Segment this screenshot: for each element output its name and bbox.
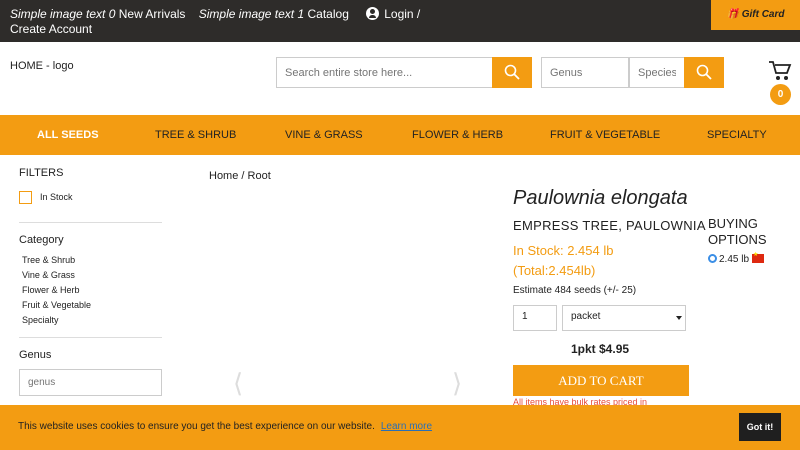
- gift-card-label: Gift Card: [741, 9, 785, 20]
- buying-options-title: BUYING OPTIONS: [708, 216, 767, 247]
- nav-specialty[interactable]: SPECIALTY: [707, 129, 767, 141]
- stock-total: (Total:2.454lb): [513, 263, 596, 278]
- in-stock-checkbox[interactable]: [19, 191, 32, 204]
- buying-option[interactable]: 2.45 lb: [708, 251, 765, 265]
- search-button[interactable]: [492, 57, 532, 88]
- catalog-link[interactable]: Catalog: [308, 7, 349, 21]
- species-search-field[interactable]: [629, 57, 684, 88]
- home-logo[interactable]: HOME - logo: [10, 60, 74, 72]
- filters-panel: FILTERS In Stock Category Tree & Shrub V…: [19, 167, 162, 396]
- divider: [19, 337, 162, 338]
- nav-tree-shrub[interactable]: TREE & SHRUB: [155, 129, 236, 141]
- seed-estimate: Estimate 484 seeds (+/- 25): [513, 285, 637, 296]
- nav-vine-grass[interactable]: VINE & GRASS: [285, 129, 363, 141]
- nav-fruit-vegetable[interactable]: FRUIT & VEGETABLE: [550, 129, 660, 141]
- nav-all-seeds[interactable]: ALL SEEDS: [37, 129, 99, 141]
- category-vine-grass[interactable]: Vine & Grass: [22, 270, 75, 280]
- search-icon: [504, 64, 520, 80]
- genus-filter-input[interactable]: [19, 369, 162, 396]
- product-title: Paulownia elongata: [513, 187, 688, 209]
- cookie-accept-button[interactable]: Got it!: [739, 413, 781, 441]
- gift-card-button[interactable]: 🎁 Gift Card: [711, 0, 800, 30]
- common-name: EMPRESS TREE, PAULOWNIA: [513, 218, 706, 233]
- top-links: Simple image text 0 New Arrivals Simple …: [10, 7, 430, 37]
- genus-title: Genus: [19, 349, 52, 361]
- cart-icon[interactable]: [768, 60, 792, 82]
- filters-title: FILTERS: [19, 167, 64, 179]
- radio-icon[interactable]: [708, 254, 717, 263]
- in-stock-label[interactable]: In Stock: [40, 192, 73, 202]
- cookie-banner: This website uses cookies to ensure you …: [0, 405, 800, 450]
- category-tree-shrub[interactable]: Tree & Shrub: [22, 255, 75, 265]
- quantity-input[interactable]: 1: [513, 305, 557, 331]
- learn-more-link[interactable]: Learn more: [381, 421, 432, 432]
- cart-count-badge: 0: [770, 84, 791, 105]
- category-nav: ALL SEEDS TREE & SHRUB VINE & GRASS FLOW…: [0, 115, 800, 155]
- breadcrumb[interactable]: Home / Root: [209, 170, 271, 182]
- category-specialty[interactable]: Specialty: [22, 315, 59, 325]
- genus-search-button[interactable]: [684, 57, 724, 88]
- price: 1pkt $4.95: [571, 342, 630, 356]
- gift-icon: 🎁: [726, 9, 739, 20]
- category-fruit-vegetable[interactable]: Fruit & Vegetable: [22, 300, 91, 310]
- stock-status: In Stock: 2.454 lb (Total:2.454lb): [513, 241, 613, 281]
- add-to-cart-button[interactable]: ADD TO CART: [513, 365, 689, 396]
- category-flower-herb[interactable]: Flower & Herb: [22, 285, 80, 295]
- unit-select[interactable]: packet: [562, 305, 686, 331]
- new-arrivals-link[interactable]: New Arrivals: [119, 7, 186, 21]
- genus-search-field[interactable]: [541, 57, 629, 88]
- search-icon: [696, 64, 712, 80]
- user-icon: [366, 7, 380, 20]
- category-title: Category: [19, 234, 64, 246]
- china-flag-icon: [752, 251, 765, 263]
- cookie-message: This website uses cookies to ensure you …: [18, 421, 375, 432]
- image-text-0: Simple image text 0: [10, 7, 116, 21]
- buying-option-label: 2.45 lb: [719, 254, 750, 265]
- nav-flower-herb[interactable]: FLOWER & HERB: [412, 129, 503, 141]
- unit-select-value: packet: [571, 311, 601, 322]
- stock-amount: In Stock: 2.454 lb: [513, 243, 614, 258]
- image-text-1: Simple image text 1: [198, 7, 305, 21]
- gallery-prev-arrow[interactable]: ⟨: [233, 368, 243, 399]
- divider: [19, 222, 162, 223]
- gallery-next-arrow[interactable]: ⟩: [452, 368, 462, 399]
- top-bar: Simple image text 0 New Arrivals Simple …: [0, 0, 800, 42]
